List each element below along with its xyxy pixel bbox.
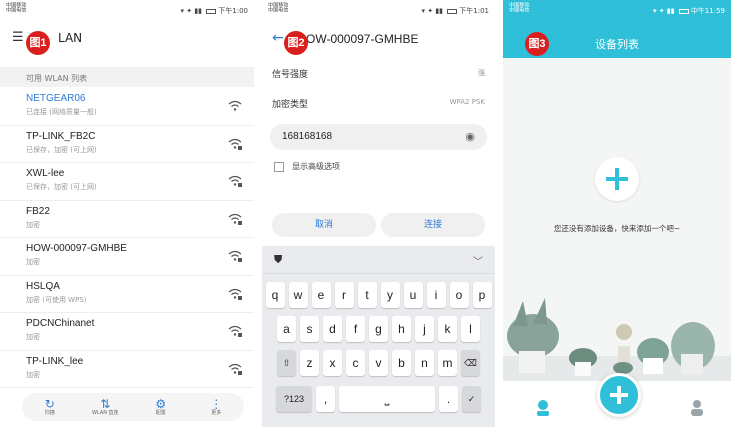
comma-key[interactable]: , — [316, 386, 335, 412]
figure-badge: 图3 — [525, 32, 549, 56]
status-time: 下午1:01 — [459, 7, 489, 15]
key-l[interactable]: l — [461, 316, 480, 342]
network-item[interactable]: TP-LINK_lee 加密 — [0, 351, 254, 388]
key-t[interactable]: t — [357, 282, 377, 308]
wifi-lock-icon — [228, 288, 242, 300]
more-button[interactable]: ⋮ 更多 — [196, 398, 236, 417]
figure-badge: 图2 — [284, 31, 308, 55]
key-z[interactable]: z — [300, 350, 319, 376]
bottom-toolbar: ↻ 扫描 ⇅ WLAN 直连 ⚙ 配置 ⋮ 更多 — [22, 393, 244, 421]
wifi-lock-icon — [228, 250, 242, 262]
cancel-button[interactable]: 取消 — [272, 213, 376, 237]
key-u[interactable]: u — [403, 282, 423, 308]
network-item[interactable]: HSLQA 加密 (可使用 WPS) — [0, 276, 254, 313]
wifi-lock-icon — [228, 325, 242, 337]
add-device-button[interactable] — [595, 157, 639, 201]
shift-key[interactable]: ⇧ — [277, 350, 296, 376]
key-d[interactable]: d — [323, 316, 342, 342]
key-q[interactable]: q — [265, 282, 285, 308]
add-button[interactable] — [597, 373, 641, 417]
symbols-key[interactable]: ?123 — [276, 386, 312, 412]
key-m[interactable]: m — [438, 350, 457, 376]
key-i[interactable]: i — [426, 282, 446, 308]
wifi-direct-icon: ⇅ — [100, 396, 111, 411]
key-b[interactable]: b — [392, 350, 411, 376]
chevron-down-icon[interactable]: ﹀ — [473, 253, 483, 268]
backspace-key[interactable]: ⌫ — [461, 350, 480, 376]
config-button[interactable]: ⚙ 配置 — [141, 398, 181, 417]
gear-icon: ⚙ — [155, 396, 167, 411]
advanced-options-checkbox[interactable]: 显示高级选项 — [274, 161, 340, 172]
scan-icon: ↻ — [44, 396, 55, 411]
page-title: ☰ LAN — [12, 30, 83, 45]
network-item[interactable]: NETGEAR06 已连接 (网络质量一般) — [0, 88, 254, 126]
keyboard: ⛊ ﹀ qwertyuiop asdfghjkl ⇧ z x c v b n m ⌫ ?123… — [262, 246, 495, 427]
empty-message: 您还没有添加设备，快来添加一个吧~ — [553, 224, 681, 233]
key-k[interactable]: k — [438, 316, 457, 342]
scan-button[interactable]: ↻ 扫描 — [30, 398, 70, 417]
section-header: 可用 WLAN 列表 — [0, 67, 254, 87]
status-bar: 中国移动 中国电信 ▾ ✦ ▮▮ 下午1:00 — [6, 2, 248, 15]
status-time: 下午1:00 — [218, 7, 248, 15]
device-icon[interactable] — [535, 399, 551, 417]
keyboard-row-1: qwertyuiop — [262, 282, 495, 308]
wifi-lock-icon — [228, 138, 242, 150]
user-icon[interactable] — [689, 399, 705, 417]
network-item[interactable]: TP-LINK_FB2C 已保存，加密 (可上网) — [0, 126, 254, 163]
key-j[interactable]: j — [415, 316, 434, 342]
status-bar: 中国移动 中国电信 ▾ ✦ ▮▮ 下午1:01 — [268, 2, 489, 15]
key-s[interactable]: s — [300, 316, 319, 342]
key-c[interactable]: c — [346, 350, 365, 376]
bottom-nav — [503, 373, 731, 427]
connect-button[interactable]: 连接 — [381, 213, 485, 237]
network-item[interactable]: HOW-000097-GMHBE 加密 — [0, 238, 254, 276]
keyboard-row-3: ⇧ z x c v b n m ⌫ — [262, 350, 495, 376]
key-f[interactable]: f — [346, 316, 365, 342]
network-item[interactable]: XWL-lee 已保存，加密 (可上网) — [0, 163, 254, 201]
period-key[interactable]: . — [439, 386, 458, 412]
key-o[interactable]: o — [449, 282, 469, 308]
wifi-lock-icon — [228, 213, 242, 225]
plants-illustration — [503, 298, 731, 384]
key-a[interactable]: a — [277, 316, 296, 342]
wifi-icon — [228, 100, 242, 111]
wifi-lock-icon — [228, 175, 242, 187]
carrier-2: 中国电信 — [6, 7, 27, 14]
wifi-connect-screen: 中国移动 中国电信 ▾ ✦ ▮▮ 下午1:01 ← OW-000097-GMHB… — [262, 0, 495, 427]
key-r[interactable]: r — [334, 282, 354, 308]
key-n[interactable]: n — [415, 350, 434, 376]
network-name: OW-000097-GMHBE — [306, 32, 419, 46]
menu-icon[interactable]: ☰ — [12, 30, 24, 45]
network-item[interactable]: FB22 加密 — [0, 201, 254, 238]
figure-badge: 图1 — [26, 31, 50, 55]
keyboard-row-2: asdfghjkl — [262, 316, 495, 342]
signal-row: 信号强度 强 — [272, 69, 485, 80]
key-v[interactable]: v — [369, 350, 388, 376]
status-bar: 中国移动 中国电信 ▾ ✦ ▮▮ 中午11:59 — [509, 2, 725, 15]
status-time: 中午11:59 — [690, 7, 725, 15]
key-g[interactable]: g — [369, 316, 388, 342]
space-key[interactable]: ⎵ — [339, 386, 435, 412]
keyboard-row-4: ?123 , ⎵ . ✓ — [262, 386, 495, 412]
wifi-lock-icon — [228, 363, 242, 375]
key-x[interactable]: x — [323, 350, 342, 376]
key-p[interactable]: p — [472, 282, 492, 308]
key-h[interactable]: h — [392, 316, 411, 342]
more-icon: ⋮ — [210, 396, 223, 411]
password-input[interactable]: 168168168 ◉ — [270, 124, 487, 150]
back-arrow-icon[interactable]: ← — [272, 30, 284, 46]
key-y[interactable]: y — [380, 282, 400, 308]
enter-key[interactable]: ✓ — [462, 386, 481, 412]
device-list-screen: 中国移动 中国电信 ▾ ✦ ▮▮ 中午11:59 设备列表 图3 您还没有添加设… — [503, 0, 731, 427]
wifi-direct-button[interactable]: ⇅ WLAN 直连 — [85, 398, 125, 417]
security-row: 加密类型 WPA2 PSK — [272, 98, 485, 110]
key-e[interactable]: e — [311, 282, 331, 308]
network-item[interactable]: PDCNChinanet 加密 — [0, 313, 254, 351]
shield-icon: ⛊ — [274, 253, 283, 266]
network-list: NETGEAR06 已连接 (网络质量一般) TP-LINK_FB2C 已保存，… — [0, 88, 254, 388]
wlan-list-screen: 中国移动 中国电信 ▾ ✦ ▮▮ 下午1:00 ☰ LAN 图1 可用 WLAN… — [0, 0, 254, 427]
key-w[interactable]: w — [288, 282, 308, 308]
eye-icon[interactable]: ◉ — [465, 130, 475, 143]
